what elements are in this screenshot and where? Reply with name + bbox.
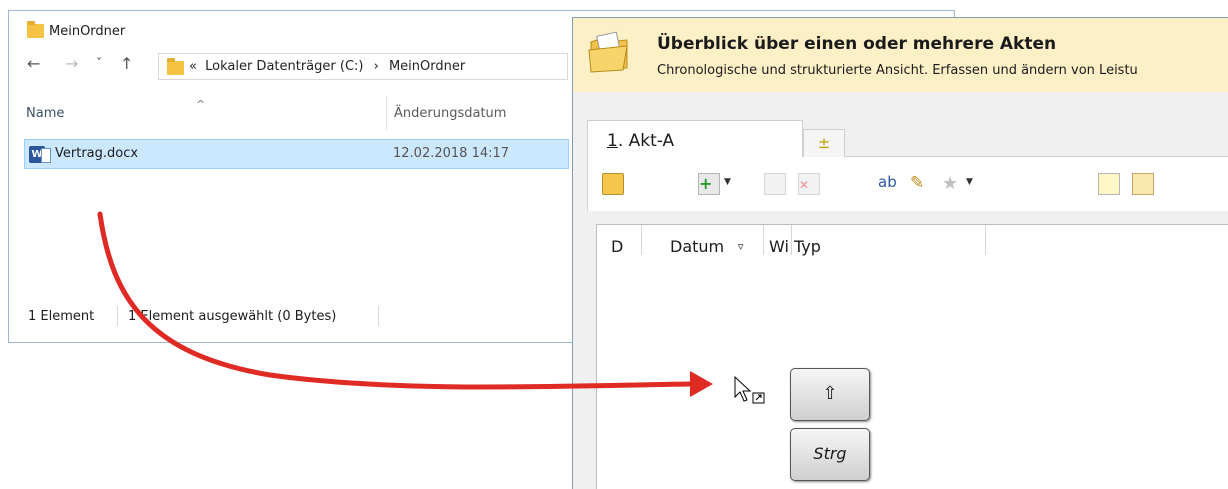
up-button[interactable]: ↑ <box>120 54 133 73</box>
folder-icon <box>27 21 44 38</box>
tab-number: 1 <box>607 131 618 151</box>
note-icon[interactable] <box>1098 173 1120 195</box>
back-button[interactable]: ← <box>27 54 40 73</box>
address-segment-folder[interactable]: MeinOrdner <box>389 59 465 74</box>
toolbar: + ▼ ✕ ab ✎ ★ ▼ <box>587 157 1228 211</box>
app-header: Überblick über einen oder mehrere Akten … <box>573 18 1228 92</box>
folder-document-icon <box>588 31 628 73</box>
delete-document-icon[interactable]: ✕ <box>798 173 820 195</box>
copy-document-icon[interactable] <box>764 173 786 195</box>
column-divider[interactable] <box>791 225 792 255</box>
tab-label: 1. Akt-A <box>607 131 674 151</box>
status-item-count: 1 Element <box>28 309 95 324</box>
column-divider[interactable] <box>763 225 764 255</box>
data-grid: D Datum ▿ Wi Typ <box>596 224 1228 489</box>
star-icon[interactable]: ★ <box>942 173 964 195</box>
file-name: Vertrag.docx <box>55 146 139 161</box>
shift-key: ⇧ <box>790 368 870 421</box>
sort-indicator-icon: ^ <box>196 98 206 111</box>
column-header-date[interactable]: Änderungsdatum <box>394 106 506 121</box>
tab-akt-a[interactable]: 1. Akt-A <box>587 120 803 157</box>
column-divider[interactable] <box>985 225 986 255</box>
ctrl-key: Strg <box>790 428 870 481</box>
add-tab-button[interactable]: ± <box>803 129 845 157</box>
column-header-datum[interactable]: Datum <box>670 237 724 256</box>
window-title: MeinOrdner <box>49 24 126 39</box>
search-replace-icon[interactable]: ab <box>878 173 900 195</box>
address-bar[interactable]: « Lokaler Datenträger (C:) › MeinOrdner <box>158 53 568 80</box>
file-date: 12.02.2018 14:17 <box>393 146 510 161</box>
email-icon[interactable] <box>1132 173 1154 195</box>
address-overflow[interactable]: « <box>189 59 197 74</box>
column-header-typ[interactable]: Typ <box>794 237 821 256</box>
word-doc-icon: W <box>29 146 51 163</box>
status-divider <box>378 306 379 326</box>
recent-locations-button[interactable]: ˅ <box>96 56 102 70</box>
column-header-name[interactable]: Name <box>26 106 64 121</box>
people-folder-icon[interactable] <box>602 173 624 195</box>
tab-title: . Akt-A <box>617 131 675 151</box>
plus-icon: + <box>699 174 713 193</box>
app-title: Überblick über einen oder mehrere Akten <box>657 34 1057 54</box>
x-icon: ✕ <box>799 178 810 192</box>
column-divider[interactable] <box>641 225 642 255</box>
column-header-d[interactable]: D <box>611 237 623 256</box>
chevron-down-icon[interactable]: ▼ <box>966 177 973 187</box>
status-divider <box>117 306 118 326</box>
address-segment-drive[interactable]: Lokaler Datenträger (C:) <box>205 59 363 74</box>
tools-icon[interactable]: ✎ <box>910 173 932 195</box>
column-divider[interactable] <box>386 96 387 130</box>
file-row[interactable]: W Vertrag.docx 12.02.2018 14:17 <box>24 139 569 169</box>
address-separator[interactable]: › <box>374 59 379 74</box>
sort-down-icon[interactable]: ▿ <box>738 240 744 253</box>
add-document-icon[interactable]: + <box>698 173 720 195</box>
chevron-down-icon[interactable]: ▼ <box>724 177 731 187</box>
status-selection: 1 Element ausgewählt (0 Bytes) <box>128 309 337 324</box>
forward-button[interactable]: → <box>65 54 78 73</box>
app-subtitle: Chronologische und strukturierte Ansicht… <box>657 63 1138 78</box>
column-header-wi[interactable]: Wi <box>769 237 789 256</box>
folder-icon <box>167 58 184 75</box>
address-path: « Lokaler Datenträger (C:) › MeinOrdner <box>189 59 465 74</box>
